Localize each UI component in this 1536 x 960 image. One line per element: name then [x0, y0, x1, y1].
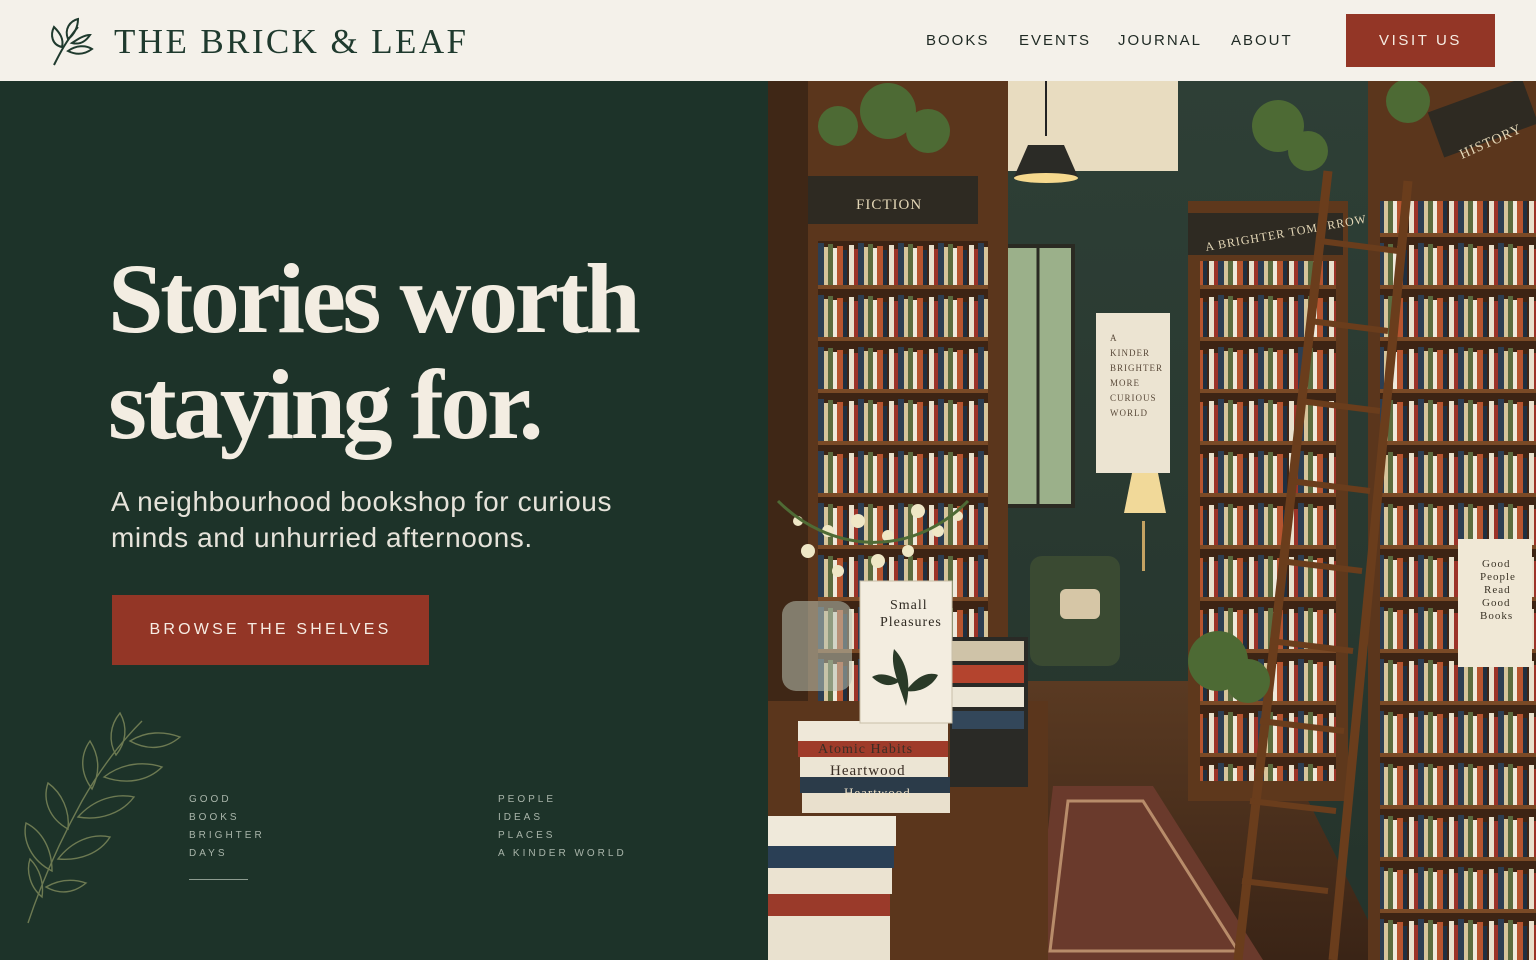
hero-panel: Stories worth staying for. A neighbourho… [0, 81, 768, 960]
book-small-pleasures-title: Small [890, 598, 928, 613]
nav-journal[interactable]: JOURNAL [1118, 32, 1202, 49]
poster-line: WORLD [1110, 408, 1148, 418]
poster-line: A [1110, 333, 1118, 343]
headline-line-2: staying for. [108, 349, 544, 460]
poster-line: CURIOUS [1110, 393, 1157, 403]
values-list-right: PEOPLE IDEAS PLACES A KINDER WORLD [498, 791, 627, 863]
book-good-people: Books [1480, 610, 1513, 622]
hero-headline: Stories worth staying for. [108, 243, 641, 460]
visit-us-button[interactable]: VISIT US [1346, 14, 1495, 67]
book-heartwood: Heartwood [830, 763, 906, 779]
browse-shelves-button[interactable]: BROWSE THE SHELVES [112, 595, 429, 665]
hero-subline: A neighbourhood bookshop for curious min… [111, 486, 613, 553]
nav-events[interactable]: EVENTS [1019, 32, 1091, 49]
book-good-people: Good [1482, 558, 1510, 570]
nav-about[interactable]: ABOUT [1231, 32, 1293, 49]
brand-name[interactable]: THE BRICK & LEAF [114, 22, 468, 62]
book-good-people: People [1480, 571, 1516, 583]
value-item: DAYS [189, 848, 228, 859]
value-item: BRIGHTER [189, 830, 265, 841]
poster-line: BRIGHTER [1110, 363, 1163, 373]
headline-line-1: Stories worth [108, 243, 641, 354]
value-item: BOOKS [189, 812, 240, 823]
poster-line: MORE [1110, 378, 1140, 388]
nav-books[interactable]: BOOKS [926, 32, 989, 49]
value-item: A KINDER WORLD [498, 848, 627, 859]
leaf-logo-icon[interactable] [48, 17, 94, 67]
value-item: IDEAS [498, 812, 544, 823]
sign-fiction: FICTION [856, 197, 922, 213]
value-item: PEOPLE [498, 794, 557, 805]
site-header: THE BRICK & LEAF BOOKS EVENTS JOURNAL AB… [0, 0, 1536, 81]
book-heartwood-spine: Heartwood [844, 785, 911, 800]
value-item: PLACES [498, 830, 556, 841]
bookshop-photo: A KINDER BRIGHTER MORE CURIOUS WORLD FIC… [768, 81, 1536, 960]
divider-rule [189, 879, 248, 880]
book-good-people: Good [1482, 597, 1510, 609]
botanical-branch-icon [24, 711, 182, 924]
value-item: GOOD [189, 794, 232, 805]
bookshop-interior-image: A KINDER BRIGHTER MORE CURIOUS WORLD FIC… [768, 81, 1536, 960]
poster-line: KINDER [1110, 348, 1150, 358]
values-list-left: GOOD BOOKS BRIGHTER DAYS [189, 791, 265, 863]
book-good-people: Read [1484, 584, 1511, 596]
book-atomic-habits: Atomic Habits [818, 742, 913, 757]
book-small-pleasures-title: Pleasures [880, 615, 942, 630]
